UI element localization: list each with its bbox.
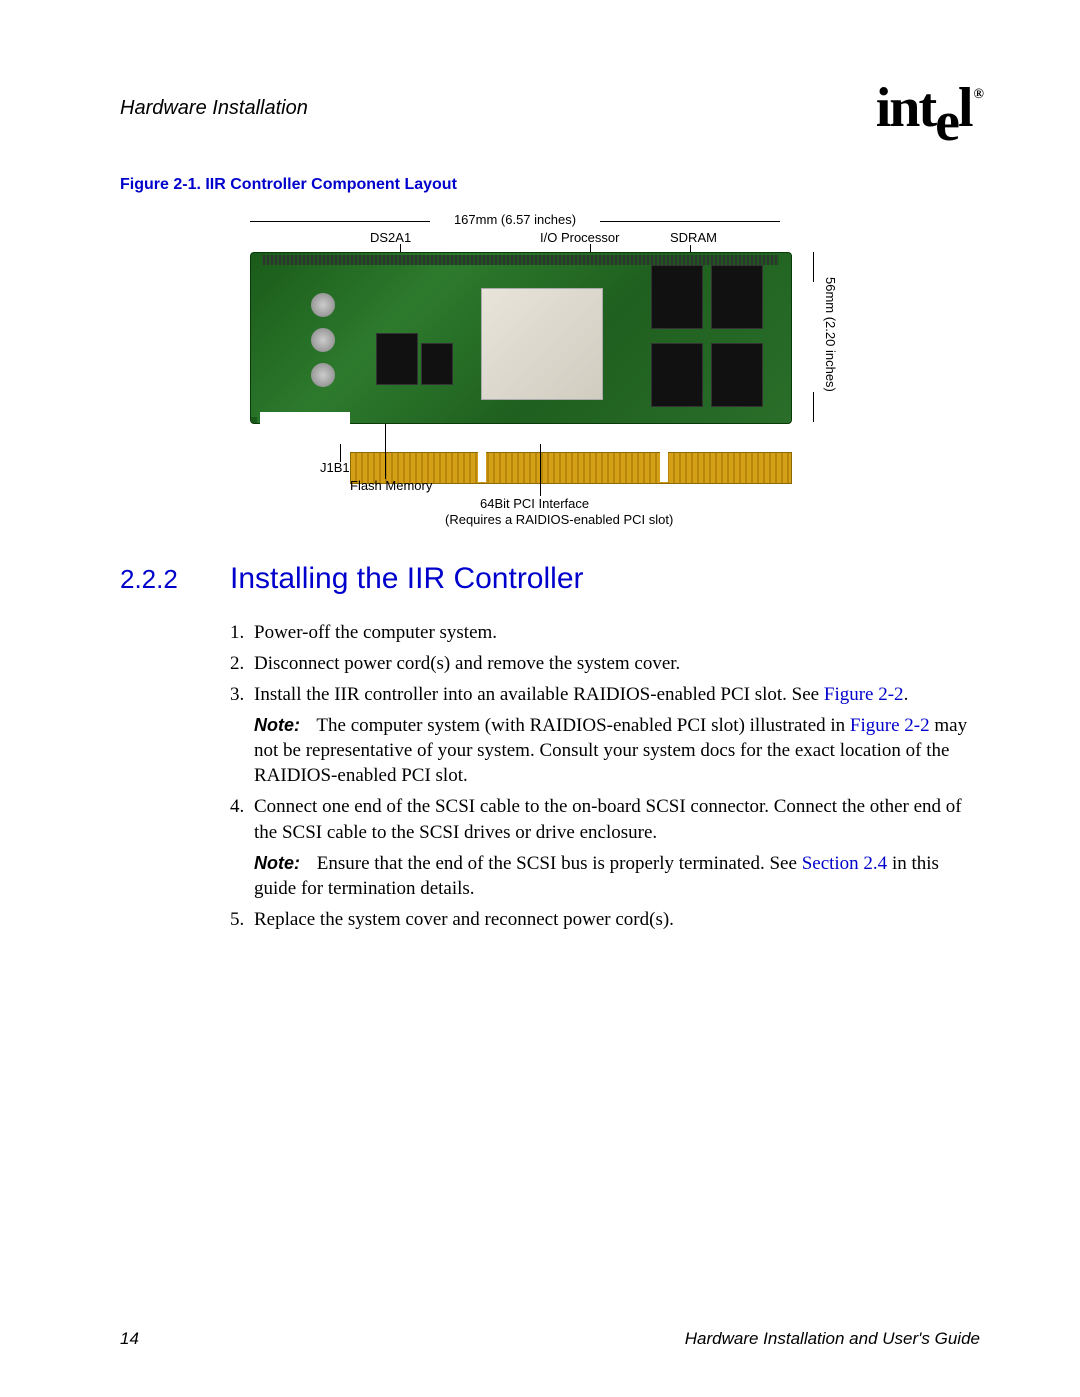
text-run: Install the IIR controller into an avail…	[254, 684, 824, 705]
step-text: Replace the system cover and reconnect p…	[254, 907, 980, 932]
sdram-chip	[711, 265, 763, 329]
sdram-chip	[651, 265, 703, 329]
page-number: 14	[120, 1329, 139, 1349]
logo-dropped-e: e	[935, 91, 958, 153]
leader-line	[540, 444, 541, 496]
page-header: Hardware Installation intel®	[120, 80, 980, 136]
section-title: Installing the IIR Controller	[230, 562, 584, 596]
text-run: The computer system (with RAIDIOS-enable…	[316, 715, 850, 736]
label-pci-2: (Requires a RAIDIOS-enabled PCI slot)	[445, 512, 673, 527]
dimension-height-text: 56mm (2.20 inches)	[823, 277, 838, 392]
label-pci-1: 64Bit PCI Interface	[480, 496, 589, 511]
section-heading: 2.2.2 Installing the IIR Controller	[120, 562, 980, 596]
text-run: Ensure that the end of the SCSI bus is p…	[317, 853, 802, 874]
label-io-processor: I/O Processor	[540, 230, 619, 245]
pci-key-gap	[660, 452, 668, 482]
step-3: 3. Install the IIR controller into an av…	[230, 682, 980, 707]
text-run: .	[904, 684, 909, 705]
label-sdram: SDRAM	[670, 230, 717, 245]
dimension-width: 167mm (6.57 inches)	[250, 212, 780, 227]
figure-2-1: 167mm (6.57 inches) DS2A1 I/O Processor …	[240, 212, 900, 532]
io-processor-chip	[481, 288, 603, 400]
step-text: Connect one end of the SCSI cable to the…	[254, 794, 980, 844]
step-number: 5.	[230, 907, 254, 932]
logo-part-2: l	[958, 77, 972, 139]
page: Hardware Installation intel® Figure 2-1.…	[0, 0, 1080, 1397]
step-text: Disconnect power cord(s) and remove the …	[254, 651, 980, 676]
leader-line	[385, 424, 386, 479]
step-list-cont2: 5. Replace the system cover and reconnec…	[230, 907, 980, 932]
step-number: 2.	[230, 651, 254, 676]
step-number: 1.	[230, 620, 254, 645]
component-marker	[311, 293, 335, 317]
intel-logo: intel®	[876, 80, 980, 136]
flash-chip	[376, 333, 418, 385]
crossref-link[interactable]: Section 2.4	[802, 853, 888, 874]
logo-registered: ®	[974, 87, 982, 102]
note-1: Note: The computer system (with RAIDIOS-…	[230, 713, 980, 788]
step-5: 5. Replace the system cover and reconnec…	[230, 907, 980, 932]
component-marker	[311, 328, 335, 352]
section-number: 2.2.2	[120, 564, 230, 595]
label-flash: Flash Memory	[350, 478, 432, 493]
pcb-substrate	[250, 252, 792, 424]
edge-connector-top	[263, 255, 779, 265]
crossref-link[interactable]: Figure 2-2	[824, 684, 904, 705]
step-2: 2. Disconnect power cord(s) and remove t…	[230, 651, 980, 676]
step-4: 4. Connect one end of the SCSI cable to …	[230, 794, 980, 844]
logo-part-1: int	[876, 77, 935, 139]
sdram-chip	[711, 343, 763, 407]
running-head: Hardware Installation	[120, 97, 308, 120]
pcb-illustration	[250, 252, 790, 452]
step-number: 4.	[230, 794, 254, 844]
step-list: 1. Power-off the computer system. 2. Dis…	[230, 620, 980, 707]
pci-key-gap	[478, 452, 486, 482]
label-j1b1: J1B1	[320, 460, 350, 475]
doc-title: Hardware Installation and User's Guide	[685, 1329, 980, 1349]
figure-caption: Figure 2-1. IIR Controller Component Lay…	[120, 176, 980, 194]
note-label: Note:	[254, 715, 300, 735]
small-ic	[421, 343, 453, 385]
dimension-height: 56mm (2.20 inches)	[805, 252, 823, 422]
component-marker	[311, 363, 335, 387]
note-label: Note:	[254, 853, 300, 873]
board-notch	[260, 412, 350, 452]
crossref-link[interactable]: Figure 2-2	[850, 715, 930, 736]
step-1: 1. Power-off the computer system.	[230, 620, 980, 645]
step-list-cont: 4. Connect one end of the SCSI cable to …	[230, 794, 980, 844]
sdram-chip	[651, 343, 703, 407]
note-2: Note: Ensure that the end of the SCSI bu…	[230, 851, 980, 901]
step-number: 3.	[230, 682, 254, 707]
label-ds2a1: DS2A1	[370, 230, 411, 245]
step-text: Power-off the computer system.	[254, 620, 980, 645]
page-footer: 14 Hardware Installation and User's Guid…	[120, 1329, 980, 1349]
step-text: Install the IIR controller into an avail…	[254, 682, 980, 707]
